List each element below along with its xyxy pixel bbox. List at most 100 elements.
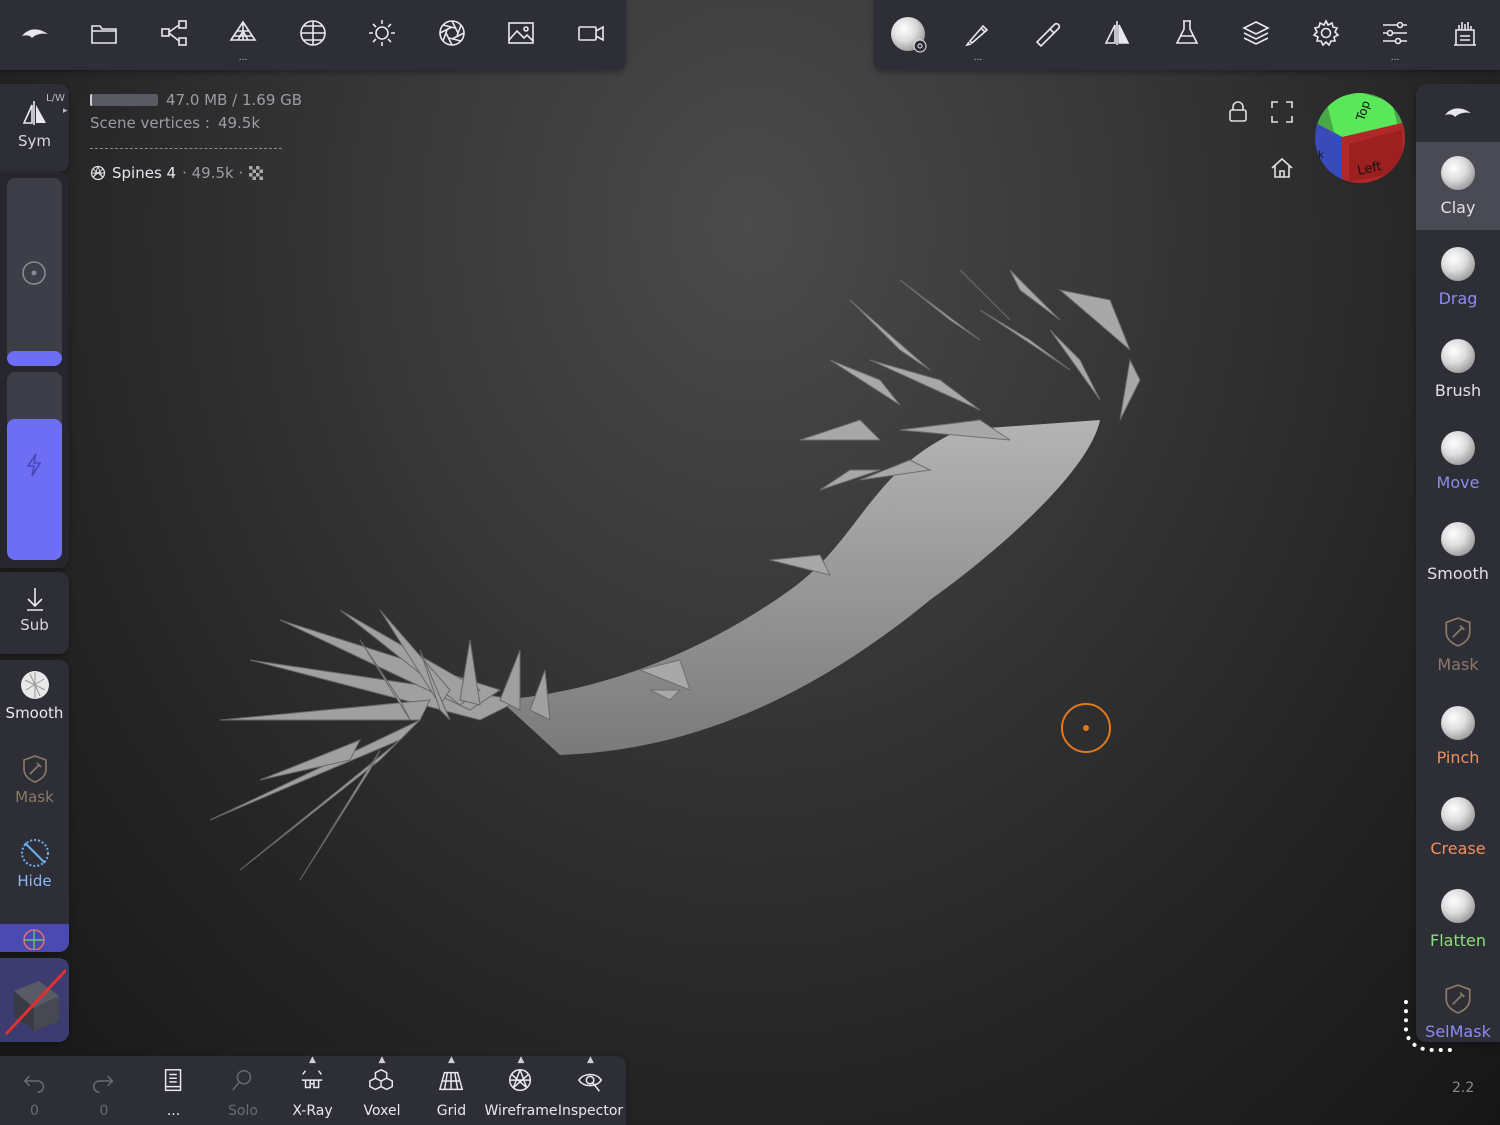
symmetry-button[interactable]: Sym: [0, 98, 69, 150]
eyedropper-button[interactable]: [1013, 0, 1082, 70]
logo-tool-button[interactable]: [1416, 84, 1500, 140]
solo-button[interactable]: Solo: [209, 1056, 278, 1125]
chevron-right-icon: ▸: [63, 106, 68, 116]
tool-crease[interactable]: Crease: [1416, 784, 1500, 872]
layers-button[interactable]: [1222, 0, 1291, 70]
hide-icon: [20, 839, 49, 867]
folder-button[interactable]: [70, 0, 139, 70]
more-dots: ...: [1390, 53, 1400, 63]
notes-label: ...: [166, 1103, 181, 1119]
checker-icon: [249, 166, 264, 180]
mesh-stack-icon: [228, 18, 258, 52]
mask-quick-button[interactable]: Mask: [0, 754, 69, 806]
x-ray-button[interactable]: ▲ X-Ray: [278, 1055, 347, 1125]
wireframe-label: Wireframe: [484, 1103, 558, 1119]
x-ray-icon: [299, 1067, 327, 1103]
redo-icon: [90, 1067, 118, 1103]
logo-button[interactable]: [0, 0, 69, 70]
paint-brush-button[interactable]: ...: [944, 0, 1013, 70]
sub-label: Sub: [20, 616, 49, 634]
top-left-toolbar: ...: [0, 0, 626, 70]
tool-drag[interactable]: Drag: [1416, 234, 1500, 322]
preview-panel[interactable]: [0, 958, 69, 1042]
memory-bar: [90, 93, 158, 106]
settings-gear-button[interactable]: [1291, 0, 1360, 70]
grid-icon: [438, 1067, 466, 1103]
tool-flatten[interactable]: Flatten: [1416, 876, 1500, 964]
x-ray-label: X-Ray: [292, 1103, 333, 1119]
clay-sphere-icon: [1441, 155, 1475, 190]
object-name: Spines 4: [112, 164, 177, 182]
notes-button[interactable]: ...: [139, 1056, 208, 1125]
voxel-label: Voxel: [363, 1103, 401, 1119]
material-sphere-button[interactable]: [278, 0, 347, 70]
scene-tree-button[interactable]: [139, 0, 208, 70]
tool-smooth[interactable]: Smooth: [1416, 509, 1500, 597]
tool-move[interactable]: Move: [1416, 417, 1500, 505]
mesh-icon: [90, 165, 106, 181]
object-row[interactable]: Spines 4 · 49.5k ·: [90, 161, 302, 185]
tool-pinch[interactable]: Pinch: [1416, 692, 1500, 780]
aperture-button[interactable]: [417, 0, 486, 70]
hide-quick-button[interactable]: Hide: [0, 838, 69, 890]
inspector-button[interactable]: ▲ Inspector: [556, 1055, 625, 1125]
tool-label: Mask: [1437, 655, 1479, 674]
flask-icon: [1172, 18, 1202, 52]
grid-label: Grid: [436, 1103, 467, 1119]
sym-panel: Sym L/W ▸: [0, 84, 69, 172]
top-right-toolbar: ......: [874, 0, 1500, 70]
redo-label: 0: [99, 1103, 109, 1119]
voxel-button[interactable]: ▲ Voxel: [348, 1055, 417, 1125]
tool-label: Flatten: [1430, 931, 1486, 951]
light-button[interactable]: [348, 0, 417, 70]
sliders-button[interactable]: ...: [1361, 0, 1430, 70]
undo-button[interactable]: 0: [0, 1056, 69, 1125]
symmetry-badge: L/W: [46, 93, 65, 104]
sub-button[interactable]: Sub: [0, 584, 69, 634]
smooth-quick-button[interactable]: Smooth: [0, 670, 69, 722]
symmetry-icon: [1102, 18, 1132, 52]
tool-clay[interactable]: Clay: [1416, 142, 1500, 230]
pinch-sphere-icon: [1441, 705, 1475, 740]
tool-label: Clay: [1440, 197, 1476, 217]
memory-text: 47.0 MB / 1.69 GB: [166, 90, 303, 109]
image-button[interactable]: [487, 0, 556, 70]
voxel-icon: [368, 1067, 396, 1103]
crease-sphere-icon: [1441, 797, 1475, 832]
caret-up-icon: ▲: [448, 1055, 455, 1065]
tool-label: Drag: [1438, 289, 1478, 309]
folder-icon: [89, 18, 119, 52]
wireframe-button[interactable]: ▲ Wireframe: [484, 1055, 558, 1125]
material-ball-button[interactable]: [874, 0, 943, 70]
view-cube[interactable]: Top Left k: [1314, 92, 1406, 184]
bottom-toolbar: 0 0... Solo ▲ X-Ray ▲ Voxel ▲ Grid ▲ Wireframe ▲ Ins…: [0, 1055, 626, 1125]
flask-button[interactable]: [1152, 0, 1221, 70]
gesture-icon: [1450, 18, 1480, 52]
redo-button[interactable]: 0: [70, 1056, 139, 1125]
tool-palette: Clay Drag Brush Move Smooth Mask Pinch Crease Fl…: [1416, 84, 1500, 1042]
object-vertices: · 49.5k ·: [182, 164, 244, 182]
gesture-button[interactable]: [1430, 0, 1499, 70]
tool-brush[interactable]: Brush: [1416, 325, 1500, 413]
home-icon[interactable]: [1269, 155, 1295, 181]
lock-icon[interactable]: [1225, 99, 1251, 125]
fullscreen-icon[interactable]: [1269, 99, 1295, 125]
grid-button[interactable]: ▲ Grid: [417, 1055, 486, 1125]
more-dots: ...: [238, 53, 248, 63]
cube-preview-icon: [4, 968, 66, 1036]
scene-info: 47.0 MB / 1.69 GB Scene vertices : 49.5k…: [90, 88, 302, 185]
video-camera-button[interactable]: [556, 0, 625, 70]
arrow-down-icon: [26, 588, 43, 611]
symmetry-button[interactable]: [1083, 0, 1152, 70]
sliders-icon: [1380, 18, 1410, 52]
caret-up-icon: ▲: [587, 1055, 594, 1065]
move-sphere-icon: [1441, 430, 1475, 465]
radius-slider[interactable]: [7, 178, 62, 366]
gizmo-strip[interactable]: [0, 924, 69, 952]
intensity-slider[interactable]: [7, 372, 62, 560]
symmetry-label: Sym: [17, 132, 51, 150]
tool-mask[interactable]: Mask: [1416, 601, 1500, 689]
tool-label: Crease: [1430, 839, 1486, 859]
material-ball-icon: [890, 17, 927, 53]
mesh-stack-button[interactable]: ...: [209, 0, 278, 70]
